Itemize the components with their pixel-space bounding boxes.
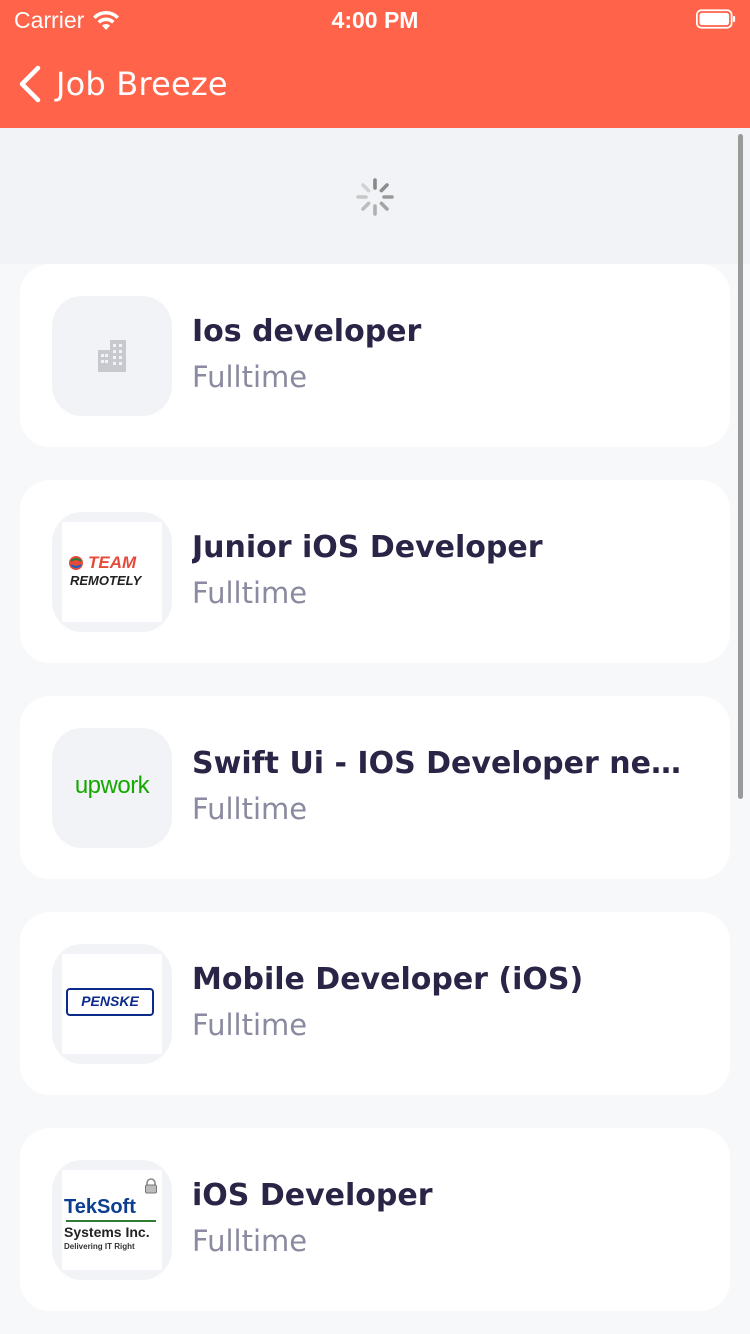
job-type: Fulltime xyxy=(192,1008,308,1042)
job-title: Swift Ui - IOS Developer needed xyxy=(192,746,682,781)
penske-logo: PENSKE xyxy=(62,954,162,1054)
job-card[interactable]: PENSKE Mobile Developer (iOS) Fulltime xyxy=(20,912,730,1095)
job-card[interactable]: TEAM REMOTELY Junior iOS Developer Fullt… xyxy=(20,480,730,663)
job-type: Fulltime xyxy=(192,792,308,826)
team-remotely-logo: TEAM REMOTELY xyxy=(62,522,162,622)
logo-text-team: TEAM xyxy=(88,553,137,572)
teksoft-underline xyxy=(66,1220,156,1222)
job-title: Junior iOS Developer xyxy=(192,530,543,565)
penske-logo-text: PENSKE xyxy=(81,993,139,1009)
globe-icon xyxy=(69,556,83,570)
logo-text-remotely: REMOTELY xyxy=(70,573,142,588)
company-logo: TEAM REMOTELY xyxy=(52,512,172,632)
teksoft-logo: TekSoft Systems Inc. Delivering IT Right xyxy=(62,1170,162,1270)
chevron-left-icon xyxy=(19,65,41,103)
battery-icon xyxy=(696,9,736,29)
scrollbar[interactable] xyxy=(738,134,743,799)
job-card[interactable]: upwork Swift Ui - IOS Developer needed F… xyxy=(20,696,730,879)
company-logo: PENSKE xyxy=(52,944,172,1064)
job-type: Fulltime xyxy=(192,576,308,610)
back-button[interactable]: Job Breeze xyxy=(0,64,228,104)
job-type: Fulltime xyxy=(192,360,308,394)
job-title: Mobile Developer (iOS) xyxy=(192,962,584,997)
lock-icon xyxy=(145,1178,157,1194)
status-time: 4:00 PM xyxy=(331,7,419,33)
loading-spinner-icon xyxy=(356,178,394,216)
job-title: iOS Developer xyxy=(192,1178,433,1213)
status-bar: Carrier 4:00 PM xyxy=(0,0,750,40)
back-title: Job Breeze xyxy=(56,65,228,103)
company-logo: upwork xyxy=(52,728,172,848)
building-placeholder-icon xyxy=(98,340,126,372)
job-card[interactable]: Ios developer Fulltime xyxy=(20,264,730,447)
app-header: Carrier 4:00 PM Job Breeze xyxy=(0,0,750,128)
upwork-logo: upwork xyxy=(74,772,150,799)
teksoft-name: TekSoft xyxy=(64,1196,136,1218)
navigation-bar: Job Breeze xyxy=(0,52,228,116)
company-logo xyxy=(52,296,172,416)
job-card[interactable]: TekSoft Systems Inc. Delivering IT Right… xyxy=(20,1128,730,1311)
job-type: Fulltime xyxy=(192,1224,308,1258)
teksoft-subtitle: Systems Inc. xyxy=(64,1224,150,1240)
teksoft-tagline: Delivering IT Right xyxy=(64,1242,135,1251)
company-logo: TekSoft Systems Inc. Delivering IT Right xyxy=(52,1160,172,1280)
job-title: Ios developer xyxy=(192,314,422,349)
